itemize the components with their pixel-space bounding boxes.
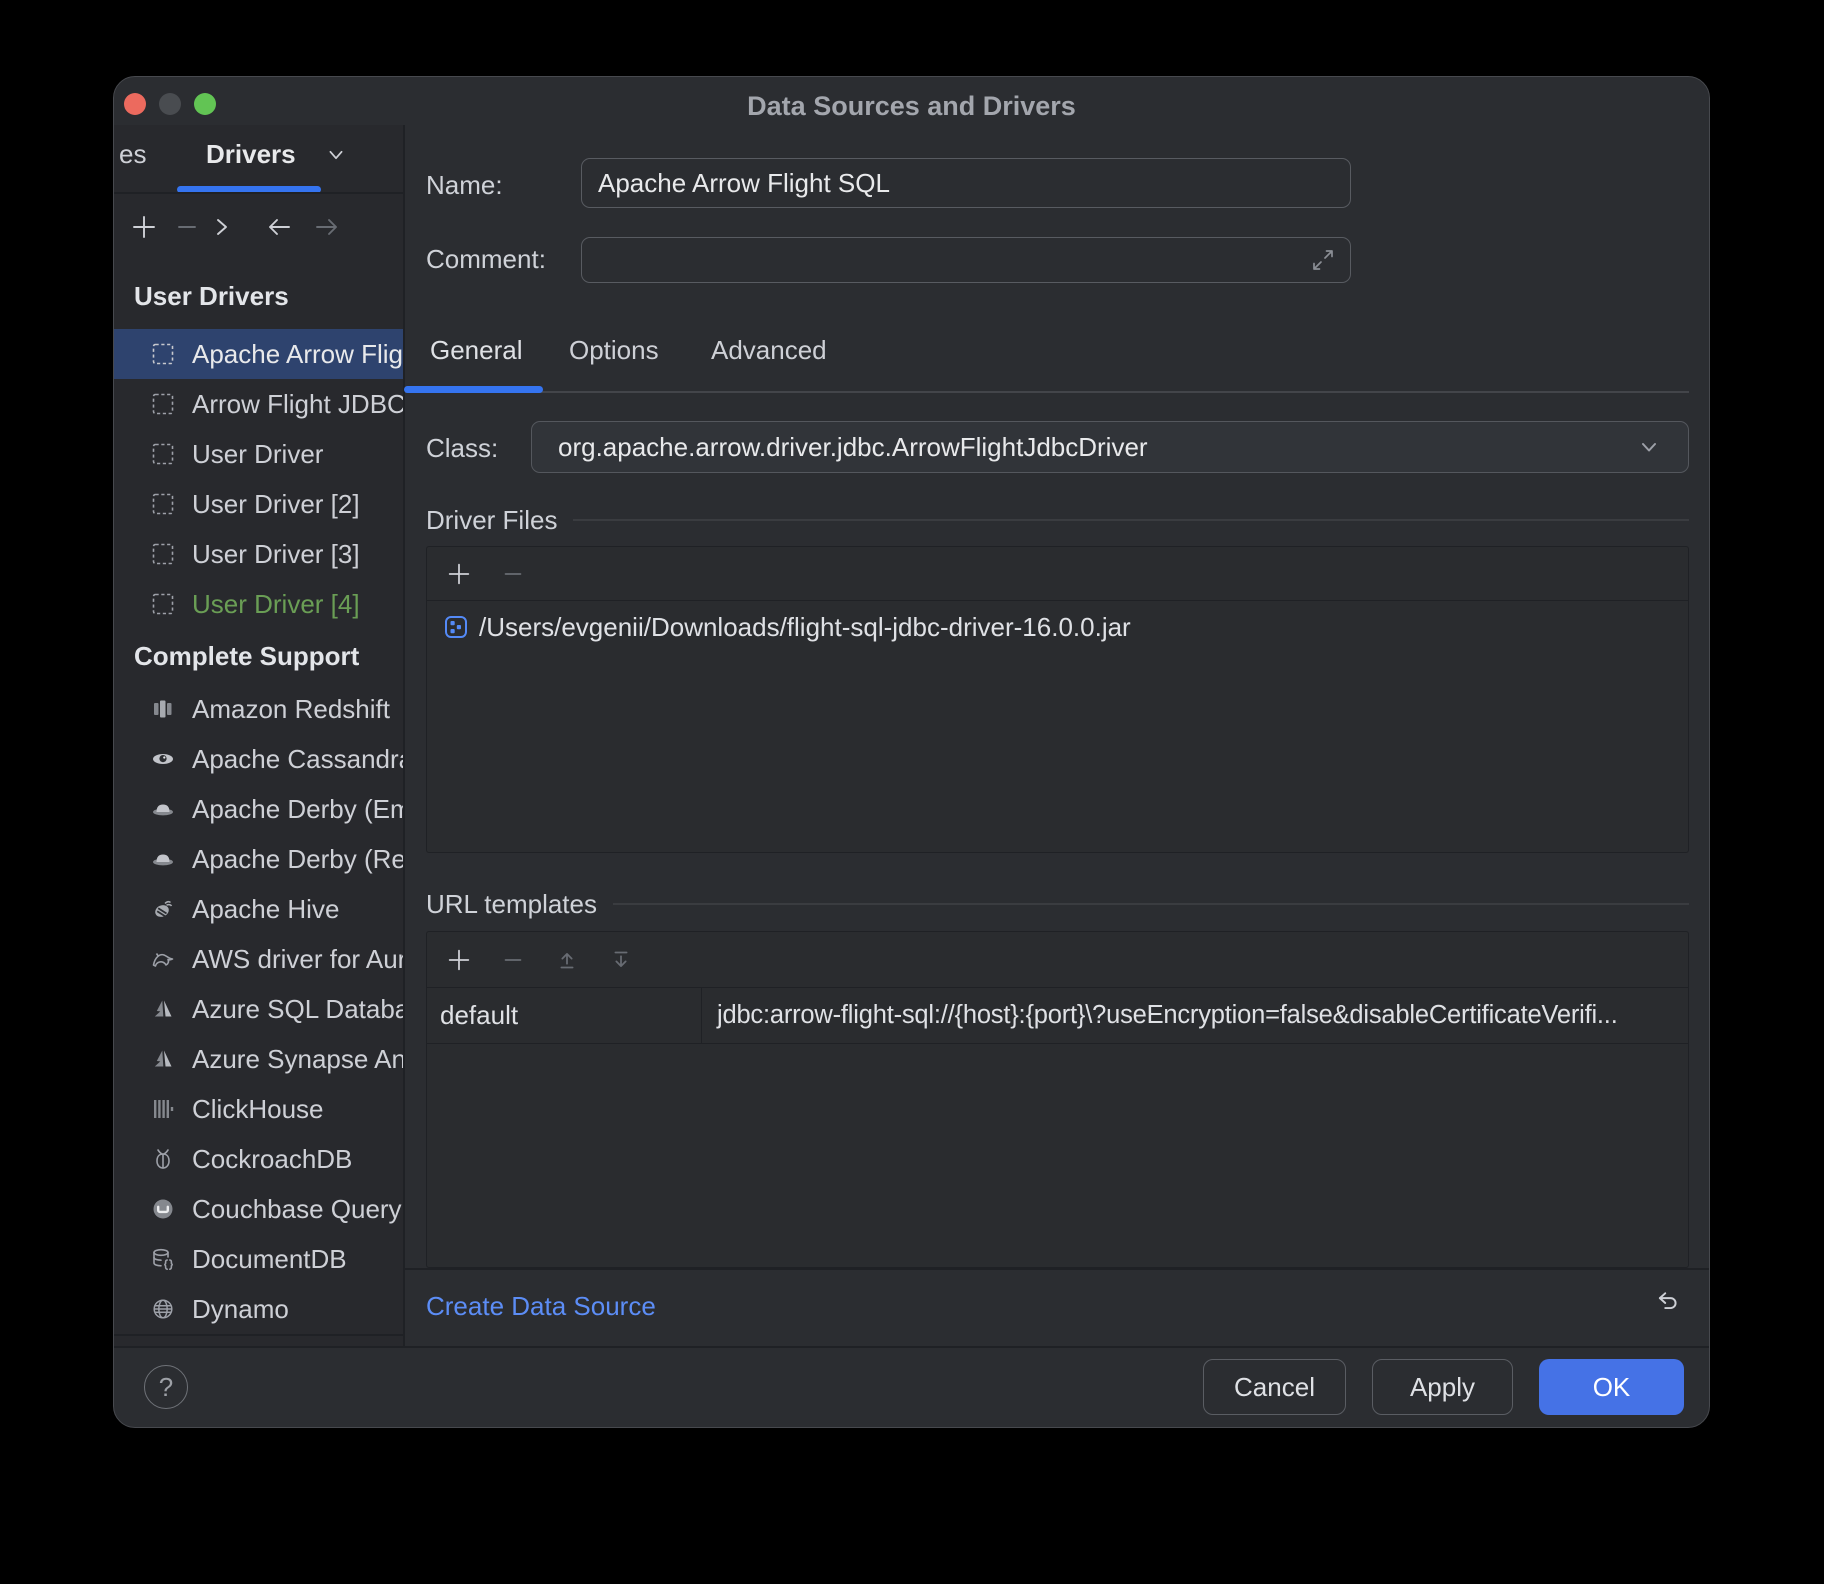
apply-button[interactable]: Apply — [1372, 1359, 1513, 1415]
user-driver-icon — [150, 541, 176, 567]
sidebar-item-azure-sql-database[interactable]: Azure SQL Database — [114, 984, 403, 1034]
ok-button[interactable]: OK — [1539, 1359, 1684, 1415]
driver-files-title: Driver Files — [426, 505, 557, 536]
move-down-button[interactable] — [607, 946, 635, 974]
sidebar-item-user-driver-2[interactable]: User Driver [2] — [114, 479, 403, 529]
tabbar-border — [114, 192, 403, 194]
tab-advanced[interactable]: Advanced — [711, 335, 827, 366]
sidebar-item-user-driver[interactable]: User Driver — [114, 429, 403, 479]
sidebar-item-amazon-redshift[interactable]: Amazon Redshift — [114, 684, 403, 734]
remove-driver-button[interactable] — [172, 212, 202, 242]
help-glyph: ? — [159, 1372, 173, 1403]
data-sources-dialog: Data Sources and Drivers es Drivers User… — [113, 76, 1710, 1428]
chevron-down-icon — [1636, 434, 1662, 460]
driver-files-toolbar — [427, 547, 1688, 601]
tabs-bottom-border — [405, 391, 1689, 393]
general-tab-underline — [404, 386, 543, 393]
sidebar-item-apache-hive[interactable]: Apache Hive — [114, 884, 403, 934]
redshift-icon — [150, 696, 176, 722]
name-input[interactable] — [581, 158, 1351, 208]
sidebar-item-apache-cassandra[interactable]: Apache Cassandra — [114, 734, 403, 784]
url-template-value-cell[interactable]: jdbc:arrow-flight-sql://{host}:{port}\?u… — [702, 988, 1688, 1043]
expand-node-icon[interactable] — [206, 212, 236, 242]
url-templates-toolbar — [427, 932, 1688, 988]
sidebar-item-user-driver-3[interactable]: User Driver [3] — [114, 529, 403, 579]
undo-icon[interactable] — [1655, 1289, 1683, 1317]
sidebar-item-azure-synapse[interactable]: Azure Synapse Analytics — [114, 1034, 403, 1084]
chevron-down-icon[interactable] — [324, 143, 348, 167]
sidebar-divider[interactable] — [403, 125, 405, 1346]
class-dropdown[interactable]: org.apache.arrow.driver.jdbc.ArrowFlight… — [531, 421, 1689, 473]
comment-input[interactable] — [581, 237, 1351, 283]
driver-file-path: /Users/evgenii/Downloads/flight-sql-jdbc… — [479, 612, 1131, 643]
documentdb-icon — [150, 1246, 176, 1272]
tab-drivers[interactable]: Drivers — [206, 139, 296, 170]
expand-editor-icon[interactable] — [1310, 247, 1336, 273]
dynamo-icon — [150, 1296, 176, 1322]
create-data-source-link[interactable]: Create Data Source — [426, 1291, 656, 1322]
add-file-button[interactable] — [445, 560, 473, 588]
cassandra-eye-icon — [150, 746, 176, 772]
sidebar-item-clickhouse[interactable]: ClickHouse — [114, 1084, 403, 1134]
tab-options[interactable]: Options — [569, 335, 659, 366]
driver-files-section-header: Driver Files — [426, 506, 1689, 534]
cockroachdb-icon — [150, 1146, 176, 1172]
mysql-dolphin-icon — [150, 946, 176, 972]
create-row-divider — [405, 1268, 1710, 1270]
add-driver-button[interactable] — [129, 212, 159, 242]
user-drivers-header: User Drivers — [134, 273, 289, 319]
forward-button[interactable] — [312, 212, 342, 242]
user-driver-icon — [150, 591, 176, 617]
jar-file-icon — [443, 614, 469, 640]
name-label: Name: — [426, 170, 503, 201]
cancel-button[interactable]: Cancel — [1203, 1359, 1346, 1415]
user-driver-icon — [150, 391, 176, 417]
sidebar-item-couchbase-query[interactable]: Couchbase Query — [114, 1184, 403, 1234]
sidebar-item-documentdb[interactable]: DocumentDB — [114, 1234, 403, 1284]
clickhouse-bars-icon — [150, 1096, 176, 1122]
derby-hat-icon — [150, 846, 176, 872]
help-button[interactable]: ? — [144, 1365, 188, 1409]
url-template-row[interactable]: default jdbc:arrow-flight-sql://{host}:{… — [427, 988, 1688, 1044]
move-up-button[interactable] — [553, 946, 581, 974]
url-templates-title: URL templates — [426, 889, 597, 920]
footer-divider — [114, 1346, 1710, 1348]
remove-template-button[interactable] — [499, 946, 527, 974]
url-templates-section-header: URL templates — [426, 890, 1689, 918]
class-label: Class: — [426, 433, 498, 464]
azure-icon — [150, 996, 176, 1022]
sidebar-item-user-driver-4[interactable]: User Driver [4] — [114, 579, 403, 629]
section-rule — [573, 519, 1689, 521]
sidebar-item-aws-driver[interactable]: AWS driver for Aurora MySQL — [114, 934, 403, 984]
complete-support-header: Complete Support — [134, 633, 359, 679]
driver-file-row[interactable]: /Users/evgenii/Downloads/flight-sql-jdbc… — [427, 601, 1688, 653]
add-template-button[interactable] — [445, 946, 473, 974]
derby-hat-icon — [150, 796, 176, 822]
user-driver-icon — [150, 491, 176, 517]
sidebar-item-apache-arrow-flight-sql[interactable]: Apache Arrow Flight SQL — [114, 329, 403, 379]
section-rule — [613, 903, 1689, 905]
comment-label: Comment: — [426, 244, 546, 275]
url-template-name-cell[interactable]: default — [427, 988, 702, 1043]
url-templates-panel: default jdbc:arrow-flight-sql://{host}:{… — [426, 931, 1689, 1268]
class-value: org.apache.arrow.driver.jdbc.ArrowFlight… — [558, 432, 1636, 463]
sidebar-item-dynamo[interactable]: Dynamo — [114, 1284, 403, 1334]
tab-general[interactable]: General — [430, 335, 523, 366]
couchbase-icon — [150, 1196, 176, 1222]
user-driver-icon — [150, 441, 176, 467]
user-driver-icon — [150, 341, 176, 367]
sidebar-item-cockroachdb[interactable]: CockroachDB — [114, 1134, 403, 1184]
driver-files-panel: /Users/evgenii/Downloads/flight-sql-jdbc… — [426, 546, 1689, 853]
remove-file-button[interactable] — [499, 560, 527, 588]
sidebar-item-arrow-flight-jdbc[interactable]: Arrow Flight JDBC — [114, 379, 403, 429]
back-button[interactable] — [264, 212, 294, 242]
sidebar-bottom-divider — [114, 1334, 403, 1336]
sidebar-item-apache-derby-embedded[interactable]: Apache Derby (Embedded) — [114, 784, 403, 834]
hive-bee-icon — [150, 896, 176, 922]
sidebar-item-apache-derby-remote[interactable]: Apache Derby (Remote) — [114, 834, 403, 884]
dialog-title: Data Sources and Drivers — [114, 91, 1709, 122]
tab-data-sources-clipped[interactable]: es — [119, 139, 153, 170]
azure-icon — [150, 1046, 176, 1072]
